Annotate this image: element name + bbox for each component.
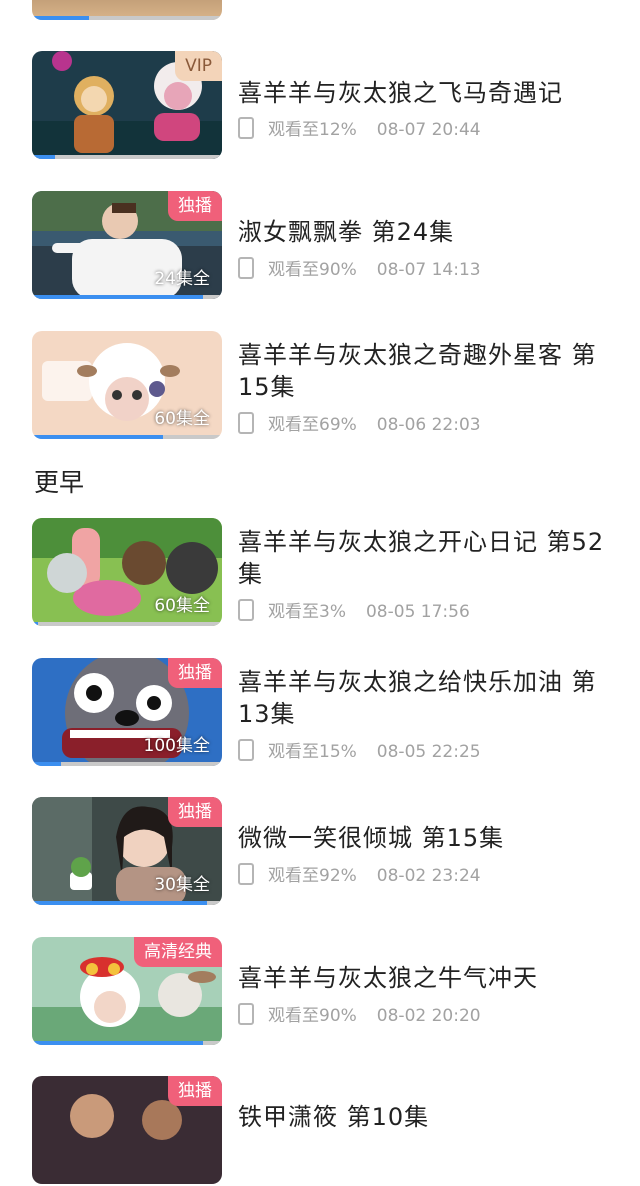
watch-progress-bar — [32, 295, 203, 299]
watch-meta: 观看至69% 08-06 22:03 — [238, 410, 481, 435]
video-thumbnail — [32, 0, 222, 20]
history-item[interactable]: 独播 30集全 微微一笑很倾城 第15集 观看至92% 08-02 23:24 — [32, 797, 622, 907]
watch-progress-bar — [32, 435, 164, 439]
watch-date: 08-02 20:20 — [376, 1006, 481, 1026]
phone-icon — [238, 739, 254, 761]
watch-date: 08-07 14:13 — [376, 260, 481, 280]
watch-progress-text: 观看至92% — [268, 866, 357, 886]
hd-classic-badge: 高清经典 — [134, 937, 222, 967]
history-item[interactable]: 60集全 喜羊羊与灰太狼之开心日记 第52集 观看至3% 08-05 17:56 — [32, 518, 622, 628]
history-item[interactable]: 60集全 喜羊羊与灰太狼之奇趣外星客 第15集 观看至69% 08-06 22:0… — [32, 331, 622, 441]
video-thumbnail: 独播 — [32, 1076, 222, 1184]
history-item[interactable]: VIP 喜羊羊与灰太狼之飞马奇遇记 观看至12% 08-07 20:44 — [32, 51, 622, 161]
watch-meta: 观看至90% 08-02 20:20 — [238, 1001, 481, 1026]
watch-progress-bar — [32, 901, 207, 905]
watch-date: 08-02 23:24 — [376, 866, 481, 886]
video-thumbnail: 独播 30集全 — [32, 797, 222, 905]
video-title: 喜羊羊与灰太狼之飞马奇遇记 — [238, 79, 563, 107]
watch-date: 08-05 22:25 — [376, 742, 481, 762]
video-thumbnail: 60集全 — [32, 518, 222, 626]
phone-icon — [238, 257, 254, 279]
video-title: 喜羊羊与灰太狼之给快乐加油 第13集 — [238, 668, 597, 728]
watch-progress-text: 观看至3% — [268, 602, 346, 622]
video-title: 微微一笑很倾城 第15集 — [238, 824, 505, 852]
video-title: 铁甲潇筱 第10集 — [238, 1103, 430, 1131]
watch-meta: 观看至3% 08-05 17:56 — [238, 597, 470, 622]
video-title: 淑女飘飘拳 第24集 — [238, 218, 455, 246]
history-item[interactable]: 独播 铁甲潇筱 第10集 — [32, 1076, 622, 1186]
watch-date: 08-06 22:03 — [376, 415, 481, 435]
phone-icon — [238, 117, 254, 139]
episode-count: 30集全 — [154, 875, 210, 895]
watch-progress-text: 观看至69% — [268, 415, 357, 435]
video-thumbnail: 独播 100集全 — [32, 658, 222, 766]
phone-icon — [238, 599, 254, 621]
watch-date: 08-07 20:44 — [376, 120, 481, 140]
phone-icon — [238, 1003, 254, 1025]
history-item-partial[interactable] — [32, 0, 622, 22]
watch-date: 08-05 17:56 — [365, 602, 470, 622]
video-thumbnail: VIP — [32, 51, 222, 159]
watch-progress-text: 观看至90% — [268, 260, 357, 280]
exclusive-badge: 独播 — [168, 191, 222, 221]
watch-progress-text: 观看至12% — [268, 120, 357, 140]
section-header-earlier: 更早 — [34, 468, 85, 497]
exclusive-badge: 独播 — [168, 1076, 222, 1106]
episode-count: 24集全 — [154, 269, 210, 289]
phone-icon — [238, 412, 254, 434]
video-title: 喜羊羊与灰太狼之开心日记 第52集 — [238, 528, 605, 588]
history-item[interactable]: 高清经典 喜羊羊与灰太狼之牛气冲天 观看至90% 08-02 20:20 — [32, 937, 622, 1047]
video-title: 喜羊羊与灰太狼之奇趣外星客 第15集 — [238, 341, 597, 401]
watch-progress-bar — [32, 155, 55, 159]
vip-badge: VIP — [175, 51, 222, 81]
watch-progress-bar — [32, 16, 89, 20]
episode-count: 100集全 — [143, 736, 210, 756]
history-item[interactable]: 独播 100集全 喜羊羊与灰太狼之给快乐加油 第13集 观看至15% 08-05 … — [32, 658, 622, 768]
exclusive-badge: 独播 — [168, 797, 222, 827]
episode-count: 60集全 — [154, 409, 210, 429]
watch-progress-bar — [32, 622, 38, 626]
watch-progress-text: 观看至90% — [268, 1006, 357, 1026]
video-thumbnail: 高清经典 — [32, 937, 222, 1045]
watch-meta: 观看至15% 08-05 22:25 — [238, 737, 481, 762]
watch-meta: 观看至92% 08-02 23:24 — [238, 861, 481, 886]
episode-count: 60集全 — [154, 596, 210, 616]
phone-icon — [238, 863, 254, 885]
watch-progress-bar — [32, 1041, 203, 1045]
watch-progress-text: 观看至15% — [268, 742, 357, 762]
watch-progress-bar — [32, 762, 61, 766]
video-thumbnail: 60集全 — [32, 331, 222, 439]
watch-meta: 观看至12% 08-07 20:44 — [238, 115, 481, 140]
exclusive-badge: 独播 — [168, 658, 222, 688]
video-thumbnail: 独播 24集全 — [32, 191, 222, 299]
watch-meta: 观看至90% 08-07 14:13 — [238, 255, 481, 280]
history-item[interactable]: 独播 24集全 淑女飘飘拳 第24集 观看至90% 08-07 14:13 — [32, 191, 622, 301]
video-title: 喜羊羊与灰太狼之牛气冲天 — [238, 964, 538, 992]
